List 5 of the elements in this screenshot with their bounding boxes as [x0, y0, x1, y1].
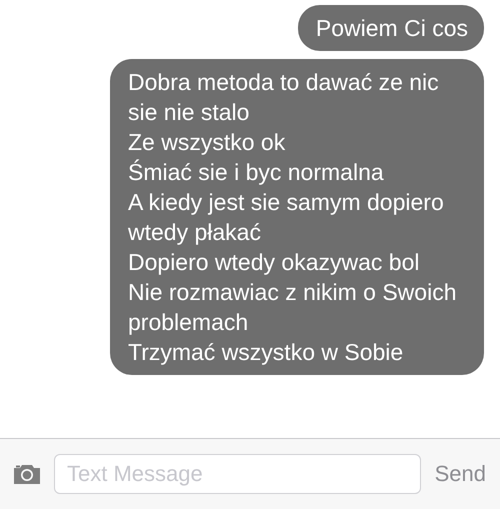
- message-bubble: Powiem Ci cos: [298, 5, 484, 51]
- send-button[interactable]: Send: [432, 461, 488, 487]
- camera-icon[interactable]: [12, 462, 42, 486]
- message-input-field[interactable]: Text Message: [54, 454, 421, 494]
- message-bubble: Dobra metoda to dawać ze nic sie nie stalo Ze wszystko ok Śmiać sie i byc normalna A kiedy jest sie samym dopiero wtedy płakać Dopiero wtedy okazywac bol Nie rozmawiac z nikim o Swoich problemach Trzymać wszystko w Sobie: [110, 59, 484, 375]
